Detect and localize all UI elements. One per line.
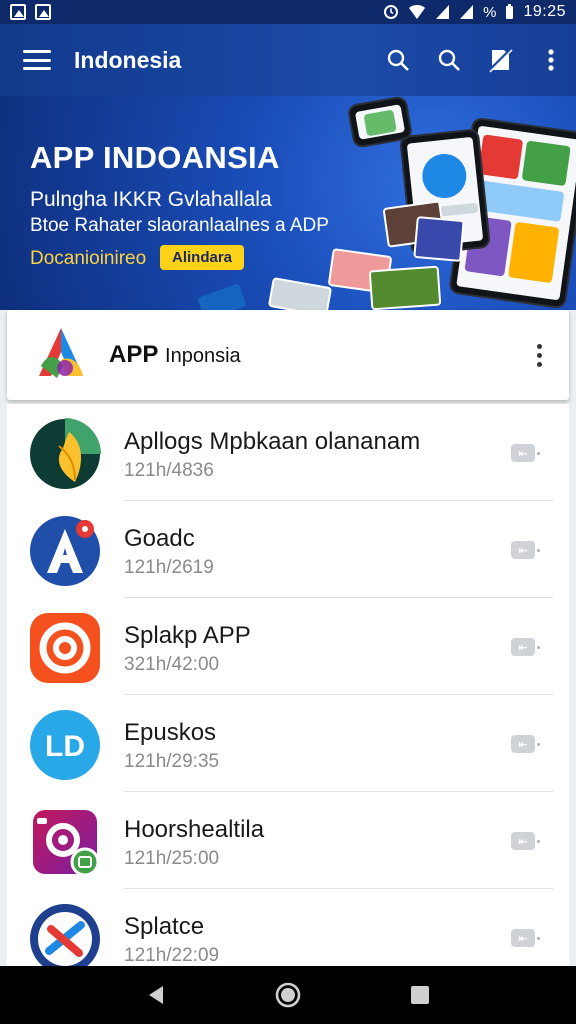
section-title-bold: APP: [109, 341, 159, 368]
back-button[interactable]: [126, 966, 186, 1024]
app-meta: 121h/2619: [124, 557, 214, 578]
overflow-menu-button[interactable]: [525, 24, 576, 96]
back-icon: [149, 986, 163, 1004]
app-icon-target: [30, 613, 100, 683]
app-name: Splatce: [124, 913, 205, 940]
photo-card: [197, 283, 247, 310]
menu-button[interactable]: [0, 24, 74, 96]
download-icon[interactable]: ⇤: [511, 638, 535, 656]
app-name: Goadc: [124, 525, 195, 552]
app-icon-a: [30, 516, 100, 586]
action-dot: [537, 549, 540, 552]
home-button[interactable]: [258, 966, 318, 1024]
app-bar: Indonesia: [0, 24, 576, 96]
app-list: Apllogs Mpbkaan olananam 121h/4836 ⇤ Goa…: [7, 404, 569, 966]
signal-icon: [460, 5, 474, 19]
app-meta: 121h/29:35: [124, 751, 220, 772]
download-icon[interactable]: ⇤: [511, 832, 535, 850]
download-icon[interactable]: ⇤: [511, 541, 535, 559]
banner-badge-button[interactable]: Alindara: [160, 245, 245, 270]
status-time: 19:25: [523, 3, 566, 20]
wifi-icon: [409, 5, 426, 19]
banner-subtitle-2: Btoe Rahater slaoranlaalnes a ADP: [30, 215, 329, 236]
list-item[interactable]: Splakp APP 321h/42:00 ⇤: [7, 598, 569, 695]
percent-icon: %: [483, 3, 497, 21]
alarm-icon: [384, 5, 399, 19]
banner-subtitle: Pulngha IKKR Gvlahallala: [30, 188, 272, 211]
app-title: Indonesia: [74, 46, 182, 73]
app-meta: 121h/22:09: [124, 945, 220, 966]
action-dot: [537, 452, 540, 455]
status-bar: % 19:25: [0, 0, 576, 24]
section-header-card: APP Inponsia: [7, 310, 569, 400]
list-item[interactable]: Goadc 121h/2619 ⇤: [7, 501, 569, 598]
recents-button[interactable]: [390, 966, 450, 1024]
search-button-2[interactable]: [423, 24, 474, 96]
banner-title: APP INDOANSIA: [30, 140, 280, 175]
more-vert-icon: [547, 49, 554, 71]
no-sim-icon: [487, 47, 513, 73]
download-icon[interactable]: ⇤: [511, 735, 535, 753]
photo-card: [368, 265, 442, 310]
download-icon[interactable]: ⇤: [511, 444, 535, 462]
app-logo: [39, 328, 83, 378]
search-icon: [438, 49, 460, 71]
app-icon-leaf: [30, 418, 101, 489]
banner-promo-text: Docanioinireo: [30, 248, 147, 269]
list-item[interactable]: Hoorshealtila 121h/25:00 ⇤: [7, 792, 569, 889]
promo-banner[interactable]: APP INDOANSIA Pulngha IKKR Gvlahallala B…: [0, 96, 576, 310]
section-title-rest: Inponsia: [165, 345, 241, 367]
list-item[interactable]: Apllogs Mpbkaan olananam 121h/4836 ⇤: [7, 404, 569, 501]
section-menu-button[interactable]: [519, 325, 559, 385]
search-button[interactable]: [372, 24, 423, 96]
search-icon: [387, 49, 409, 71]
app-meta: 121h/25:00: [124, 848, 220, 869]
menu-icon: [23, 50, 51, 70]
list-item[interactable]: Splatce 121h/22:09 ⇤: [7, 889, 569, 966]
photo-card: [413, 215, 465, 263]
recents-icon: [411, 986, 429, 1004]
image-icon: [35, 4, 51, 20]
app-name: Apllogs Mpbkaan olananam: [124, 428, 421, 455]
download-icon[interactable]: ⇤: [511, 929, 535, 947]
sim-button[interactable]: [474, 24, 525, 96]
app-icon-camera: [33, 810, 100, 877]
app-name: Epuskos: [124, 719, 217, 746]
app-meta: 121h/4836: [124, 460, 214, 481]
action-dot: [537, 743, 540, 746]
app-meta: 321h/42:00: [124, 654, 220, 675]
app-icon-ld: LD: [30, 710, 100, 780]
app-name: Hoorshealtila: [124, 816, 265, 843]
home-icon: [275, 982, 301, 1008]
app-icon-x: [30, 904, 100, 966]
system-nav-bar: [0, 966, 576, 1024]
app-name: Splakp APP: [124, 622, 251, 649]
list-item[interactable]: LD Epuskos 121h/29:35 ⇤: [7, 695, 569, 792]
photo-card: [267, 277, 333, 310]
image-icon: [10, 4, 26, 20]
section-title: APP Inponsia: [109, 341, 519, 369]
signal-icon: [436, 5, 450, 19]
screen: % 19:25 Indonesia APP INDOANSIA Pulngha …: [0, 0, 576, 1024]
action-dot: [537, 840, 540, 843]
svg-text:LD: LD: [45, 730, 85, 763]
battery-icon: [506, 4, 514, 19]
action-dot: [537, 937, 540, 940]
action-dot: [537, 646, 540, 649]
